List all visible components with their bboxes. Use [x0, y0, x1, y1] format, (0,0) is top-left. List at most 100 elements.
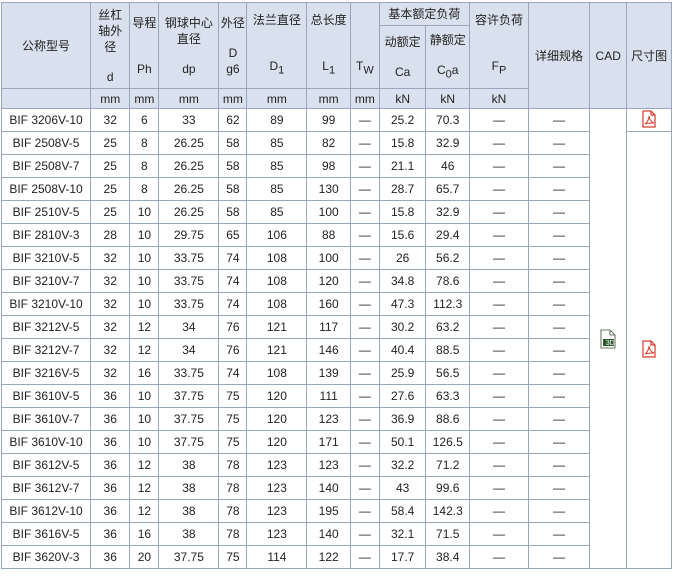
value-cell: 74 — [218, 292, 248, 316]
value-cell: 36 — [90, 384, 131, 408]
model-cell: BIF 3216V-5 — [0, 361, 92, 385]
table-row: BIF 3620V-3 36 20 37.75 75 114 122—17.7 38.4— — — [0, 545, 672, 569]
value-cell: 108 — [246, 269, 308, 293]
value-cell: 82 — [306, 131, 351, 155]
pdf-file-icon[interactable] — [641, 339, 657, 361]
value-cell: 85 — [246, 131, 308, 155]
value-cell: 32.9 — [425, 200, 470, 224]
value-cell: 38 — [158, 499, 220, 523]
value-cell: — — [349, 453, 380, 477]
value-cell: — — [527, 430, 591, 454]
value-cell: 38 — [158, 522, 220, 546]
header-shaft-diameter: 丝杠轴外径 d — [90, 2, 131, 89]
value-cell: 88.6 — [425, 407, 470, 431]
value-cell: 58 — [218, 131, 248, 155]
value-cell: 26 — [378, 246, 427, 270]
value-cell: — — [349, 131, 380, 155]
value-cell: 33 — [158, 108, 220, 132]
value-cell: — — [349, 430, 380, 454]
table-row: BIF 3216V-5 32 16 33.75 74 108 139—25.9 56.5— — — [0, 361, 672, 385]
value-cell: 30.2 — [378, 315, 427, 339]
header-lead: 导程 Ph — [129, 2, 160, 89]
model-cell: BIF 2508V-10 — [0, 177, 92, 201]
value-cell: 36 — [90, 407, 131, 431]
unit-cell: kN — [378, 88, 427, 109]
value-cell: 75 — [218, 430, 248, 454]
value-cell: 32 — [90, 108, 131, 132]
value-cell: 123 — [246, 499, 308, 523]
header-dynamic-rating-symbol: Ca — [395, 65, 411, 79]
value-cell: — — [468, 476, 530, 500]
value-cell: — — [468, 269, 530, 293]
value-cell: 32.9 — [425, 131, 470, 155]
value-cell: 70.3 — [425, 108, 470, 132]
value-cell: 140 — [306, 476, 351, 500]
value-cell: 146 — [306, 338, 351, 362]
unit-cell: kN — [425, 88, 470, 109]
table-row: BIF 3210V-7 32 10 33.75 74 108 120—34.8 78.6— — — [0, 269, 672, 293]
value-cell: 36 — [90, 522, 131, 546]
unit-cell: mm — [129, 88, 160, 109]
value-cell: 26.25 — [158, 131, 220, 155]
value-cell: 36 — [90, 476, 131, 500]
value-cell: — — [468, 200, 530, 224]
unit-cell: mm — [306, 88, 351, 109]
value-cell: 108 — [246, 246, 308, 270]
header-allowable-load: 容许负荷 FP — [468, 2, 530, 89]
value-cell: 108 — [246, 292, 308, 316]
value-cell: 32 — [90, 315, 131, 339]
value-cell: 121 — [246, 315, 308, 339]
header-outer-diameter-symbol: D — [228, 45, 238, 60]
value-cell: 32.1 — [378, 522, 427, 546]
value-cell: 58 — [218, 200, 248, 224]
value-cell: 17.7 — [378, 545, 427, 569]
value-cell: 121 — [246, 338, 308, 362]
header-tw-symbol: TW — [356, 59, 374, 77]
value-cell: — — [527, 177, 591, 201]
value-cell: 12 — [129, 453, 160, 477]
value-cell: 63.3 — [425, 384, 470, 408]
value-cell: 47.3 — [378, 292, 427, 316]
value-cell: 120 — [246, 384, 308, 408]
value-cell: 38.4 — [425, 545, 470, 569]
model-cell: BIF 2508V-5 — [0, 131, 92, 155]
value-cell: 46 — [425, 154, 470, 178]
value-cell: — — [468, 499, 530, 523]
value-cell: 99 — [306, 108, 351, 132]
value-cell: 10 — [129, 407, 160, 431]
header-total-length-symbol: L1 — [322, 59, 336, 77]
value-cell: 88 — [306, 223, 351, 247]
value-cell: 29.4 — [425, 223, 470, 247]
value-cell: 65.7 — [425, 177, 470, 201]
value-cell: 171 — [306, 430, 351, 454]
value-cell: 36 — [90, 430, 131, 454]
value-cell: 36 — [90, 545, 131, 569]
value-cell: 26.25 — [158, 200, 220, 224]
value-cell: 16 — [129, 522, 160, 546]
value-cell: — — [468, 338, 530, 362]
pdf-file-icon[interactable] — [641, 109, 657, 131]
value-cell: 111 — [306, 384, 351, 408]
model-cell: BIF 3610V-7 — [0, 407, 92, 431]
value-cell: — — [527, 361, 591, 385]
value-cell: — — [349, 338, 380, 362]
header-basic-load-rating: 基本额定负荷 — [378, 2, 470, 26]
table-row: BIF 3610V-7 36 10 37.75 75 120 123—36.9 88.6— — — [0, 407, 672, 431]
value-cell: 117 — [306, 315, 351, 339]
header-static-rating-title: 静额定 — [429, 32, 466, 47]
value-cell: — — [527, 246, 591, 270]
header-allowable-load-title: 容许负荷 — [474, 13, 523, 28]
value-cell: 25 — [90, 131, 131, 155]
value-cell: — — [468, 361, 530, 385]
model-cell: BIF 3212V-7 — [0, 338, 92, 362]
value-cell: — — [527, 384, 591, 408]
value-cell: — — [349, 269, 380, 293]
value-cell: — — [468, 545, 530, 569]
header-flange-diameter-title: 法兰直径 — [252, 13, 301, 28]
value-cell: — — [349, 499, 380, 523]
value-cell: 43 — [378, 476, 427, 500]
model-cell: BIF 3620V-3 — [0, 545, 92, 569]
value-cell: — — [349, 361, 380, 385]
model-cell: BIF 3616V-5 — [0, 522, 92, 546]
value-cell: 36.9 — [378, 407, 427, 431]
